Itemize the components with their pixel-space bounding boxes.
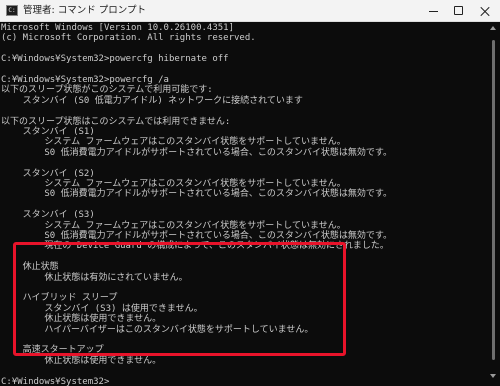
window-title: 管理者: コマンド プロンプト	[23, 5, 146, 16]
console-line: システム ファームウェアはこのスタンバイ状態をサポートしていません。	[1, 220, 346, 231]
console-line: スタンバイ (S3)	[1, 210, 95, 221]
console-line: システム ファームウェアはこのスタンバイ状態をサポートしていません。	[1, 137, 346, 148]
scroll-up-icon[interactable]	[490, 26, 496, 30]
highlight-box	[13, 242, 346, 356]
minimize-button[interactable]	[420, 0, 446, 22]
maximize-icon	[454, 6, 463, 15]
title-bar[interactable]: C: 管理者: コマンド プロンプト	[0, 0, 500, 22]
console-line: スタンバイ (S0 低電力アイドル) ネットワークに接続されています	[1, 95, 303, 106]
console-line: C:¥Windows¥System32>powercfg hibernate o…	[1, 54, 229, 65]
console-line: 以下のスリープ状態はこのシステムでは利用できません:	[1, 116, 231, 127]
scroll-thumb[interactable]	[492, 40, 495, 360]
console-line: (c) Microsoft Corporation. All rights re…	[1, 33, 256, 44]
minimize-icon	[429, 11, 438, 12]
console-line: 休止状態は使用できません。	[1, 355, 162, 366]
console-line: C:¥Windows¥System32>	[1, 376, 110, 386]
console-line: スタンバイ (S2)	[1, 168, 95, 179]
close-button[interactable]	[472, 0, 498, 22]
command-prompt-window: C: 管理者: コマンド プロンプト Microsoft Windows [Ve…	[0, 0, 500, 386]
console-line: Microsoft Windows [Version 10.0.26100.43…	[1, 23, 234, 33]
console-line: S0 低消費電力アイドルがサポートされている場合、このスタンバイ状態は無効です。	[1, 147, 392, 158]
console-line: 以下のスリープ状態がこのシステムで利用可能です:	[1, 85, 213, 96]
console-line: S0 低消費電力アイドルがサポートされている場合、このスタンバイ状態は無効です。	[1, 189, 392, 200]
cmd-icon: C:	[6, 5, 18, 16]
vertical-scrollbar[interactable]	[488, 26, 498, 382]
close-icon	[479, 5, 491, 17]
maximize-button[interactable]	[446, 0, 472, 22]
scroll-down-icon[interactable]	[490, 374, 496, 378]
